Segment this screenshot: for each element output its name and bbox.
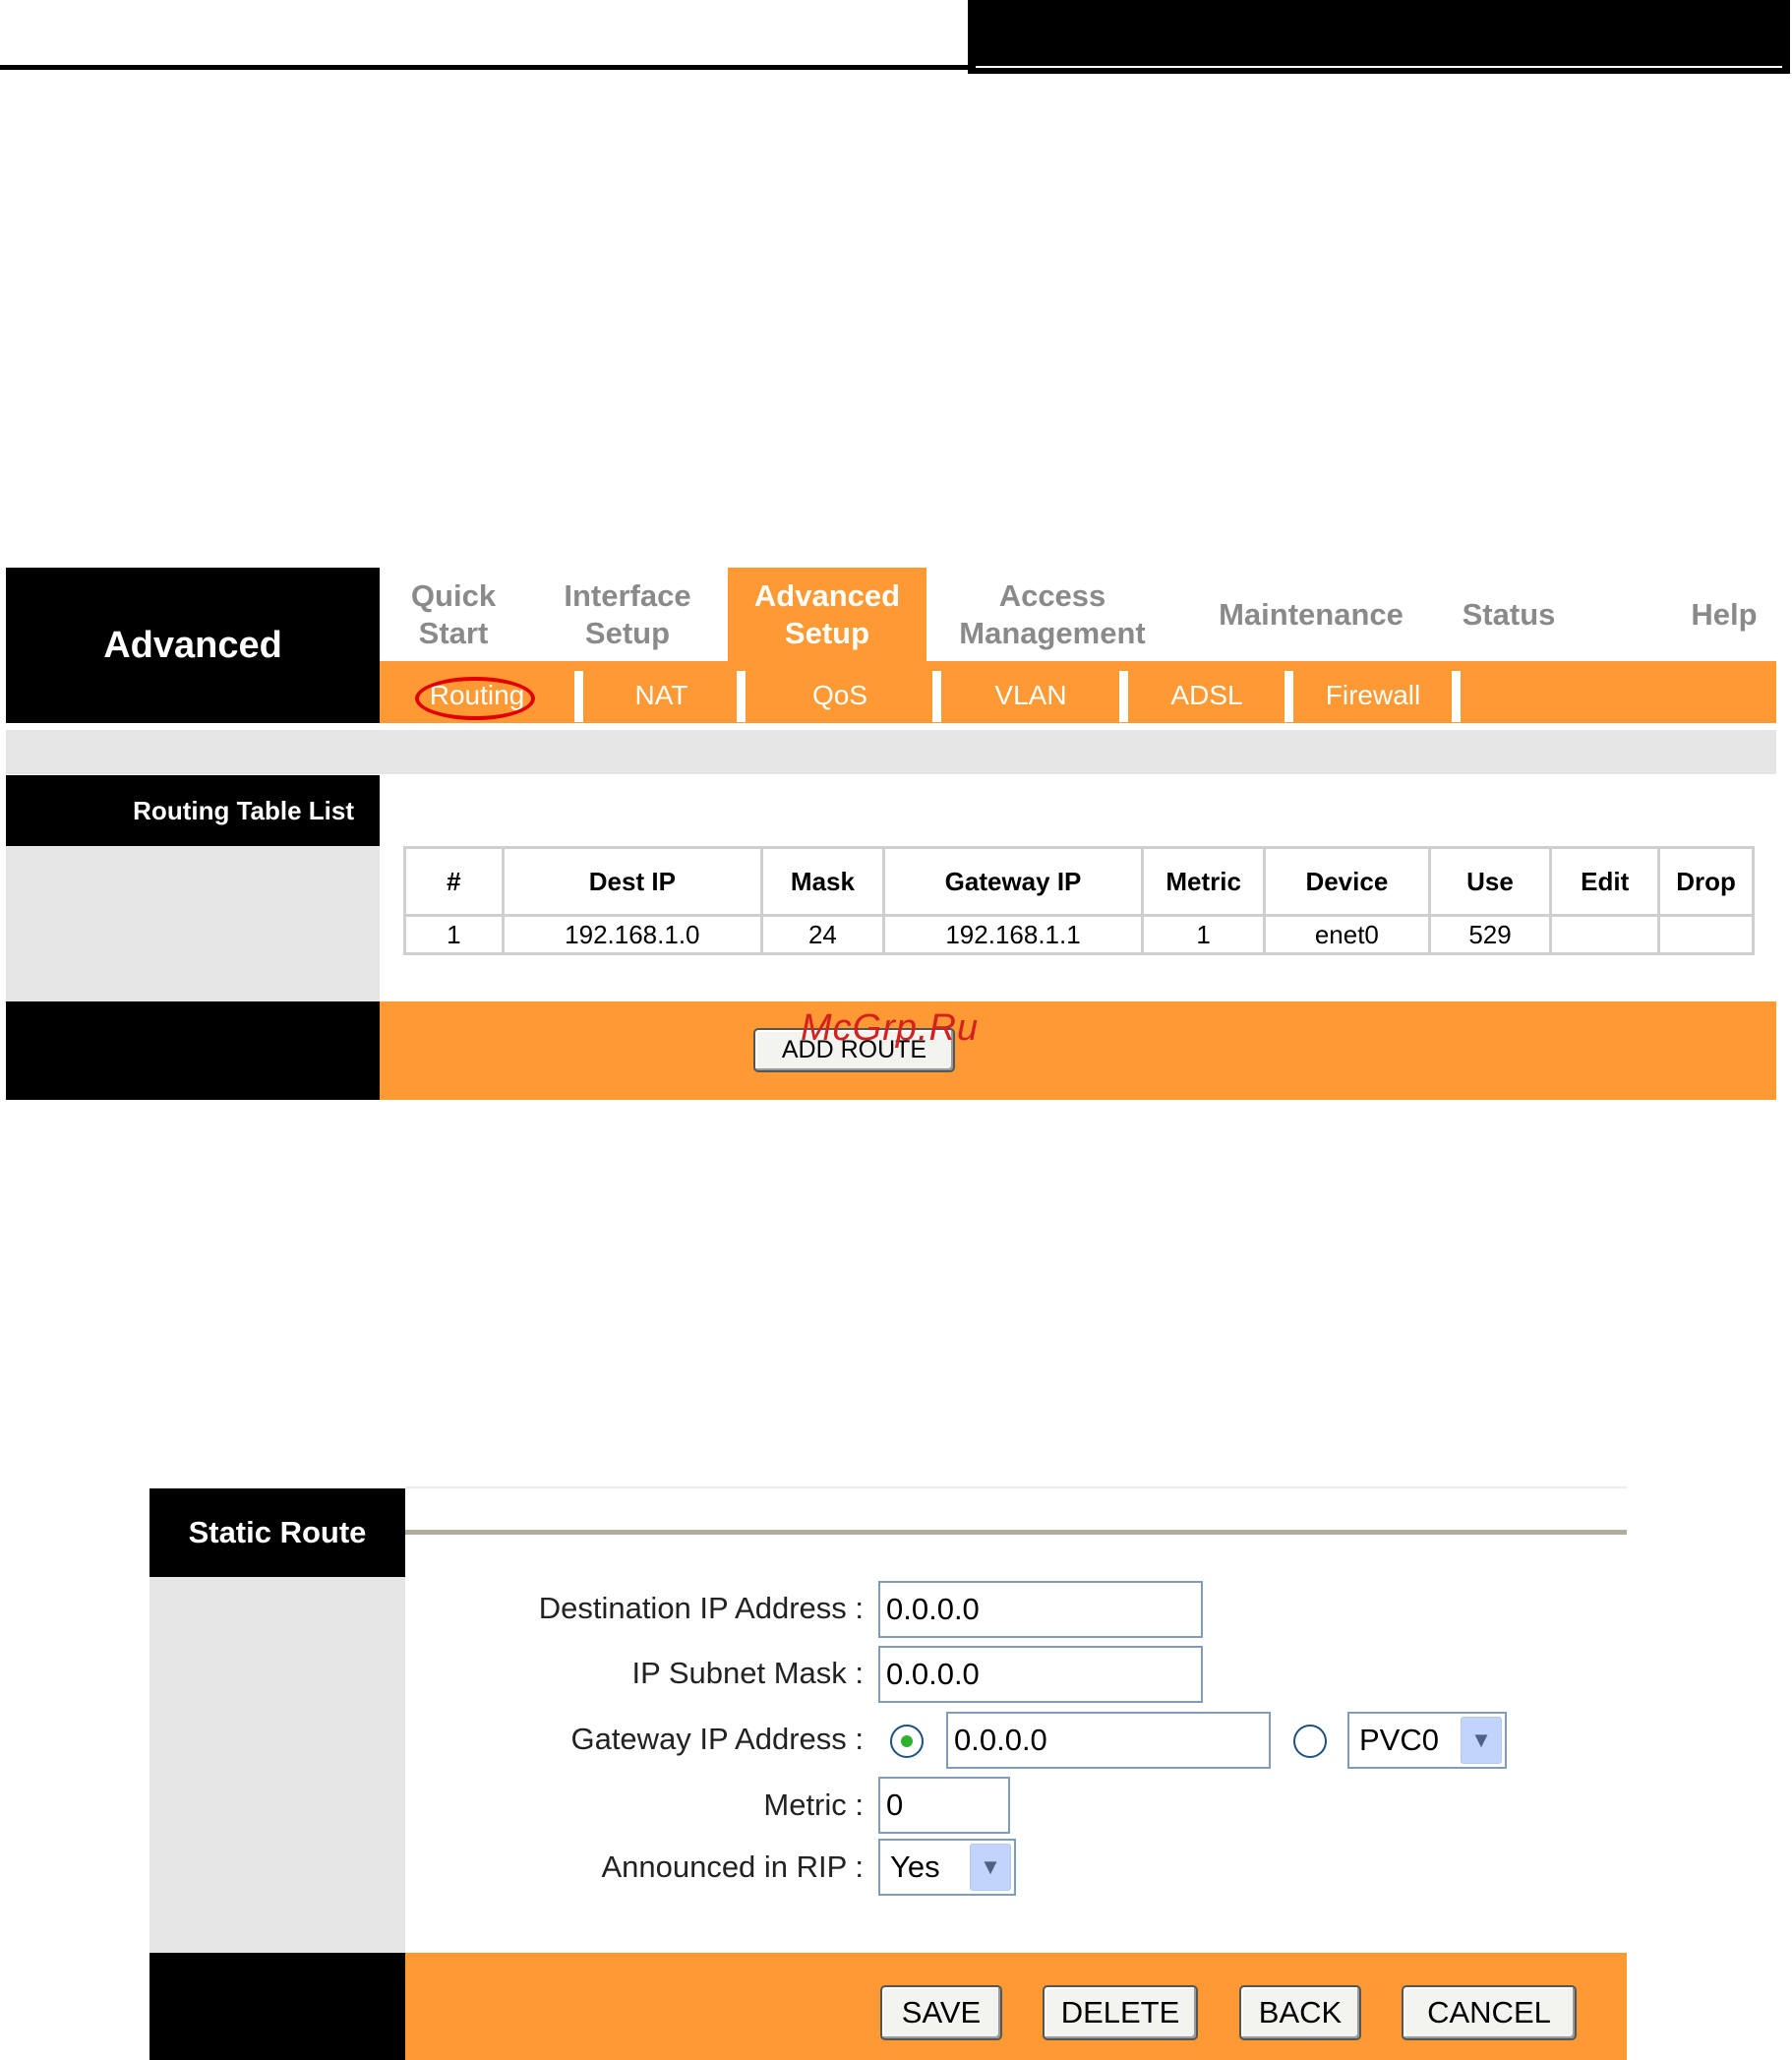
subtab-nat[interactable]: NAT (585, 669, 738, 722)
routing-footer-bar (380, 1001, 1776, 1100)
subtab-qos[interactable]: QoS (747, 669, 932, 722)
gateway-ip-radio[interactable] (890, 1725, 924, 1758)
metric-label: Metric : (763, 1787, 864, 1822)
tab-help[interactable]: Help (1672, 568, 1776, 661)
header-rule (0, 65, 969, 70)
table-row: 1 192.168.1.0 24 192.168.1.1 1 enet0 529 (403, 914, 1755, 955)
sidebar-title: Advanced (6, 568, 380, 723)
subnet-mask-input[interactable] (878, 1646, 1203, 1703)
col-header-dest-ip: Dest IP (501, 846, 764, 917)
static-route-top-line (405, 1486, 1627, 1488)
subtab-vlan[interactable]: VLAN (942, 669, 1119, 722)
col-header-drop: Drop (1657, 846, 1755, 917)
back-button[interactable]: BACK (1239, 1985, 1361, 2040)
cell-metric: 1 (1141, 914, 1267, 955)
header-inner-line (976, 66, 1782, 68)
metric-input[interactable] (878, 1777, 1010, 1834)
gray-divider-strip (6, 730, 1776, 774)
tab-quick-start[interactable]: Quick Start (380, 568, 527, 661)
tab-advanced-setup[interactable]: Advanced Setup (728, 568, 926, 661)
col-header-edit: Edit (1549, 846, 1661, 917)
subtab-separator (1452, 671, 1461, 722)
col-header-mask: Mask (760, 846, 885, 917)
cell-edit[interactable] (1549, 914, 1661, 955)
subtab-separator (1119, 671, 1128, 722)
pvc-radio[interactable] (1293, 1725, 1327, 1758)
tab-maintenance[interactable]: Maintenance (1180, 568, 1442, 661)
subnet-mask-label: IP Subnet Mask : (631, 1656, 865, 1690)
col-header-number: # (403, 846, 505, 917)
subtab-separator (574, 671, 583, 722)
tab-status[interactable]: Status (1442, 568, 1576, 661)
pvc-select[interactable]: PVC0 ▼ (1347, 1712, 1507, 1769)
gateway-ip-input[interactable] (946, 1712, 1271, 1769)
subtab-separator (932, 671, 941, 722)
save-button[interactable]: SAVE (880, 1985, 1002, 2040)
chevron-down-icon[interactable]: ▼ (1461, 1717, 1502, 1764)
cancel-button[interactable]: CANCEL (1402, 1985, 1577, 2040)
cell-use: 529 (1427, 914, 1553, 955)
footer-left-black (6, 1001, 380, 1100)
gateway-ip-label: Gateway IP Address : (570, 1722, 864, 1756)
pvc-select-value: PVC0 (1359, 1723, 1439, 1757)
subtab-firewall[interactable]: Firewall (1294, 669, 1452, 722)
cell-drop[interactable] (1657, 914, 1755, 955)
tab-access-management[interactable]: Access Management (934, 568, 1170, 661)
subtab-adsl[interactable]: ADSL (1129, 669, 1284, 722)
routing-table: # Dest IP Mask Gateway IP Metric Device … (403, 846, 1755, 955)
header-black-bar (968, 0, 1790, 74)
delete-button[interactable]: DELETE (1043, 1985, 1198, 2040)
rip-select-value: Yes (890, 1849, 940, 1884)
routing-highlight-circle (415, 677, 535, 720)
static-route-rule (405, 1530, 1627, 1535)
chevron-down-icon[interactable]: ▼ (970, 1844, 1011, 1891)
cell-number: 1 (403, 914, 505, 955)
radio-selected-dot (901, 1735, 913, 1747)
cell-mask: 24 (760, 914, 885, 955)
static-route-left-panel (149, 1577, 405, 1953)
rip-select[interactable]: Yes ▼ (878, 1839, 1016, 1896)
static-route-title: Static Route (149, 1488, 405, 1577)
routing-table-list-label: Routing Table List (6, 775, 380, 846)
cell-gateway-ip: 192.168.1.1 (881, 914, 1145, 955)
watermark: McGrp.Ru (801, 1007, 980, 1049)
dest-ip-label: Destination IP Address : (538, 1591, 864, 1625)
col-header-device: Device (1263, 846, 1431, 917)
subtab-separator (737, 671, 746, 722)
col-header-use: Use (1427, 846, 1553, 917)
col-header-metric: Metric (1141, 846, 1267, 917)
left-gray-panel (6, 846, 380, 1001)
cell-dest-ip: 192.168.1.0 (501, 914, 764, 955)
col-header-gateway-ip: Gateway IP (881, 846, 1145, 917)
dest-ip-input[interactable] (878, 1581, 1203, 1638)
table-header-row: # Dest IP Mask Gateway IP Metric Device … (403, 846, 1755, 917)
rip-label: Announced in RIP : (601, 1849, 864, 1884)
subtab-separator (1284, 671, 1293, 722)
tab-interface-setup[interactable]: Interface Setup (531, 568, 724, 661)
static-footer-left-black (149, 1953, 405, 2060)
cell-device: enet0 (1263, 914, 1431, 955)
